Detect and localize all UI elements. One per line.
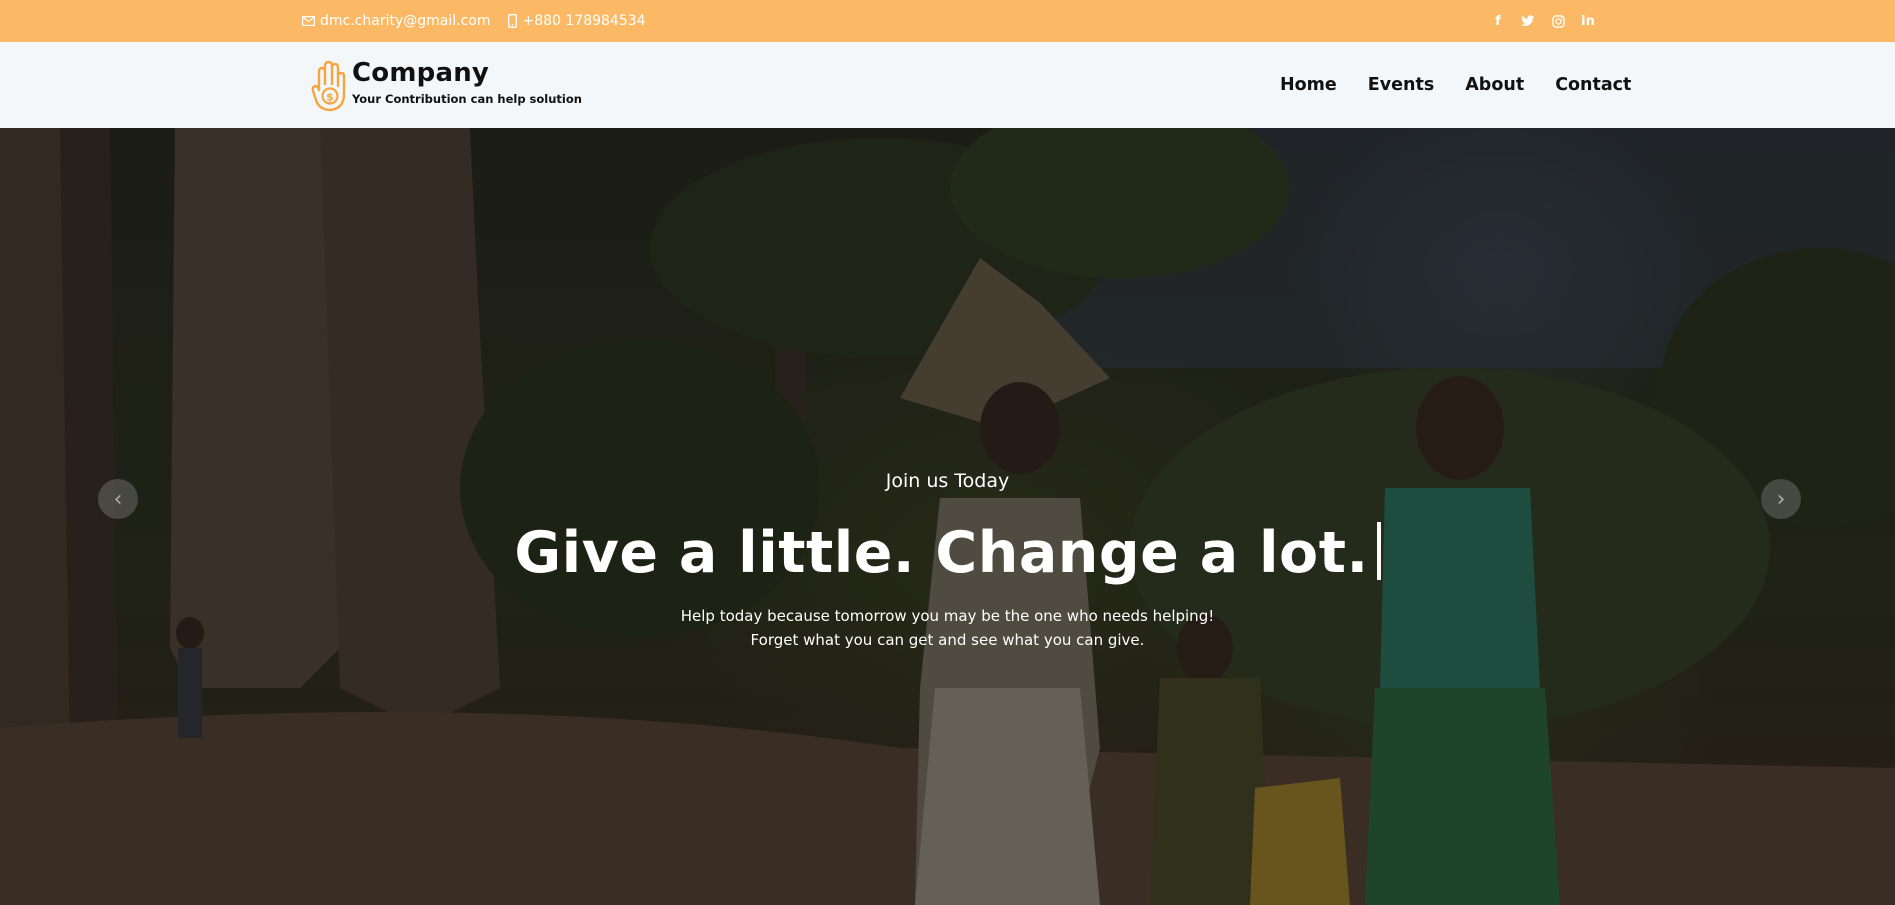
linkedin-icon[interactable]: in xyxy=(1580,13,1596,29)
hero-headline-text: Give a little. Change a lot. xyxy=(514,520,1369,586)
hero-subtext-line2: Forget what you can get and see what you… xyxy=(750,631,1145,649)
nav-events[interactable]: Events xyxy=(1368,75,1434,95)
nav-about[interactable]: About xyxy=(1465,75,1524,95)
chevron-left-icon: ‹ xyxy=(113,486,123,512)
nav-home[interactable]: Home xyxy=(1280,75,1337,95)
phone-item[interactable]: +880 178984534 xyxy=(508,13,646,29)
svg-text:$: $ xyxy=(326,91,334,104)
brand-link[interactable]: $ Company Your Contribution can help sol… xyxy=(310,58,582,114)
phone-text: +880 178984534 xyxy=(522,13,646,29)
main-nav: Home Events About Contact xyxy=(1280,42,1631,128)
nav-contact[interactable]: Contact xyxy=(1555,75,1631,95)
hero-headline: Give a little. Change a lot. xyxy=(0,520,1895,586)
hero-kicker: Join us Today xyxy=(885,470,1010,492)
brand-tagline: Your Contribution can help solution xyxy=(352,92,582,106)
chevron-right-icon: › xyxy=(1776,486,1786,512)
slider-next-button[interactable]: › xyxy=(1761,479,1801,519)
hand-coin-icon: $ xyxy=(310,60,348,114)
brand-name: Company xyxy=(352,58,490,88)
hero-subtext-line1: Help today because tomorrow you may be t… xyxy=(680,607,1215,625)
hero-slider: Join us Today Give a little. Change a lo… xyxy=(0,128,1895,905)
email-item[interactable]: dmc.charity@gmail.com xyxy=(302,13,490,29)
slider-prev-button[interactable]: ‹ xyxy=(98,479,138,519)
instagram-icon[interactable] xyxy=(1550,13,1566,29)
mobile-phone-icon xyxy=(508,14,518,28)
envelope-icon xyxy=(302,16,315,26)
site-header: $ Company Your Contribution can help sol… xyxy=(0,42,1895,128)
top-bar: dmc.charity@gmail.com +880 178984534 f i… xyxy=(0,0,1895,42)
social-links: f in xyxy=(1490,0,1596,42)
contact-info: dmc.charity@gmail.com +880 178984534 xyxy=(302,0,646,42)
hero-content: Join us Today Give a little. Change a lo… xyxy=(0,128,1895,905)
email-text: dmc.charity@gmail.com xyxy=(320,13,491,29)
twitter-icon[interactable] xyxy=(1520,13,1536,29)
facebook-icon[interactable]: f xyxy=(1490,13,1506,29)
typing-caret xyxy=(1376,522,1381,580)
